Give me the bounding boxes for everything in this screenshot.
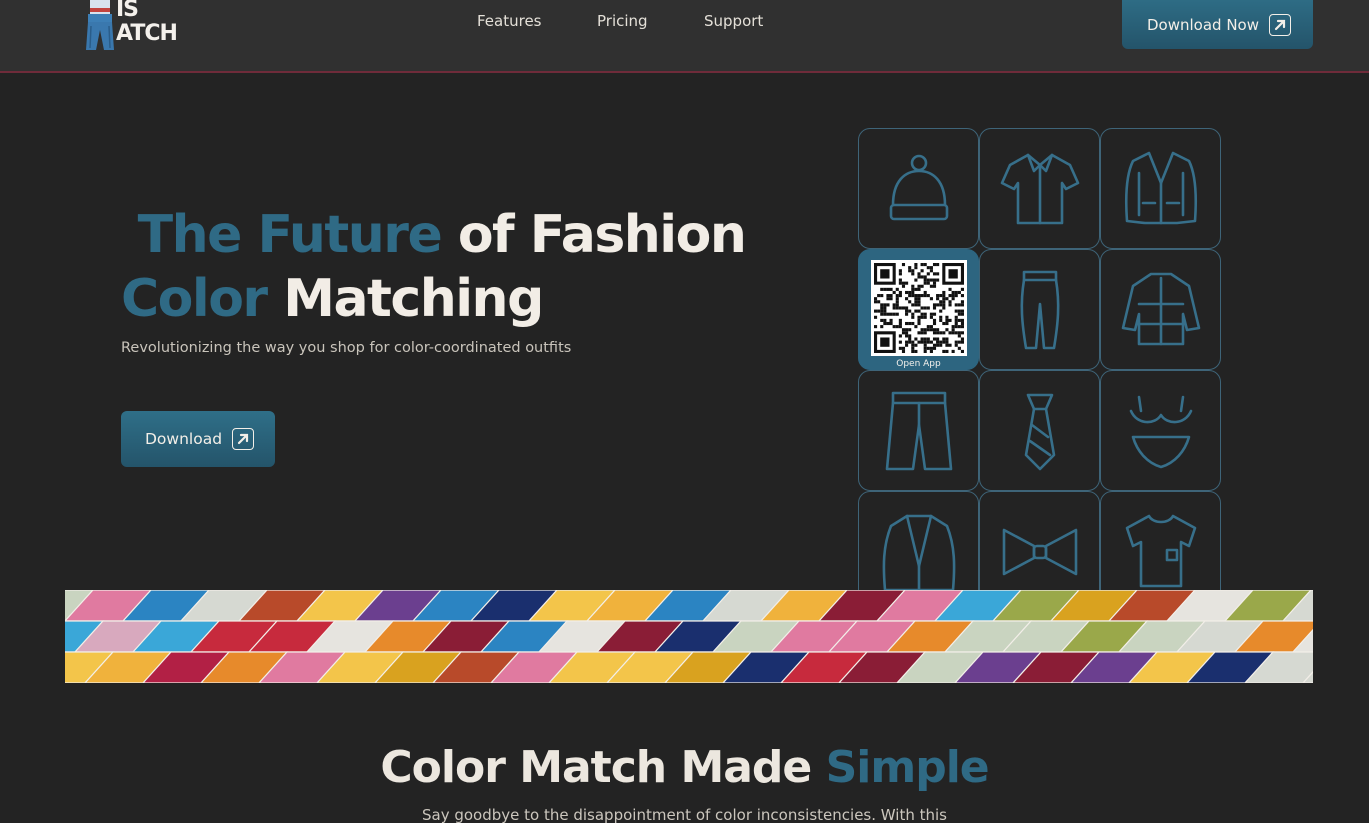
download-now-button[interactable]: Download Now xyxy=(1122,0,1313,49)
nav-pricing[interactable]: Pricing xyxy=(597,12,648,34)
hero-title-accent-2: Color xyxy=(121,269,268,329)
hero-download-label: Download xyxy=(145,430,223,448)
nav-support[interactable]: Support xyxy=(704,12,763,34)
logo-line-2: ATCH xyxy=(116,21,178,46)
download-now-label: Download Now xyxy=(1147,15,1259,34)
qr-code xyxy=(870,260,967,356)
t-shirt-icon xyxy=(1100,491,1221,590)
section-title-main: Color Match Made xyxy=(380,742,826,793)
clothing-grid: Open App xyxy=(858,128,1222,590)
hero-title-rest-2: Matching xyxy=(266,269,544,329)
hero-title-accent-1: The Future xyxy=(137,205,443,265)
puffer-jacket-icon xyxy=(1100,249,1221,370)
hero-subtitle: Revolutionizing the way you shop for col… xyxy=(121,340,572,356)
hero-title: The Future of Fashion Color Matching xyxy=(121,203,747,331)
tie-icon xyxy=(979,370,1100,491)
bow-tie-icon xyxy=(979,491,1100,590)
nav-features[interactable]: Features xyxy=(477,12,542,34)
color-tiles-banner xyxy=(65,590,1313,683)
logo-text: IS ATCH xyxy=(116,0,178,46)
open-app-qr-button[interactable]: Open App xyxy=(858,249,979,370)
hero-title-line-1: The Future of Fashion xyxy=(121,203,747,267)
hero-title-rest-1: of Fashion xyxy=(441,205,747,265)
shirt-icon xyxy=(979,128,1100,249)
section-subtitle: Say goodbye to the disappointment of col… xyxy=(422,806,947,823)
site-header: IS ATCH Features Pricing Support Downloa… xyxy=(0,0,1369,73)
section-title: Color Match Made Simple xyxy=(0,742,1369,793)
blazer-icon xyxy=(858,491,979,590)
jeans-logo-icon xyxy=(86,0,114,50)
cardigan-icon xyxy=(1100,128,1221,249)
logo-line-1: IS xyxy=(116,0,139,22)
hero-download-button[interactable]: Download xyxy=(121,411,275,467)
beanie-icon xyxy=(858,128,979,249)
arrow-up-right-icon xyxy=(232,428,255,450)
leggings-icon xyxy=(979,249,1100,370)
swimsuit-icon xyxy=(1100,370,1221,491)
section-title-accent: Simple xyxy=(825,742,990,793)
logo[interactable]: IS ATCH xyxy=(82,0,178,52)
arrow-up-right-icon xyxy=(1269,13,1291,36)
qr-label: Open App xyxy=(896,359,941,369)
shorts-icon xyxy=(858,370,979,491)
color-tiles-image xyxy=(65,590,1313,683)
hero-title-line-2: Color Matching xyxy=(121,267,745,331)
